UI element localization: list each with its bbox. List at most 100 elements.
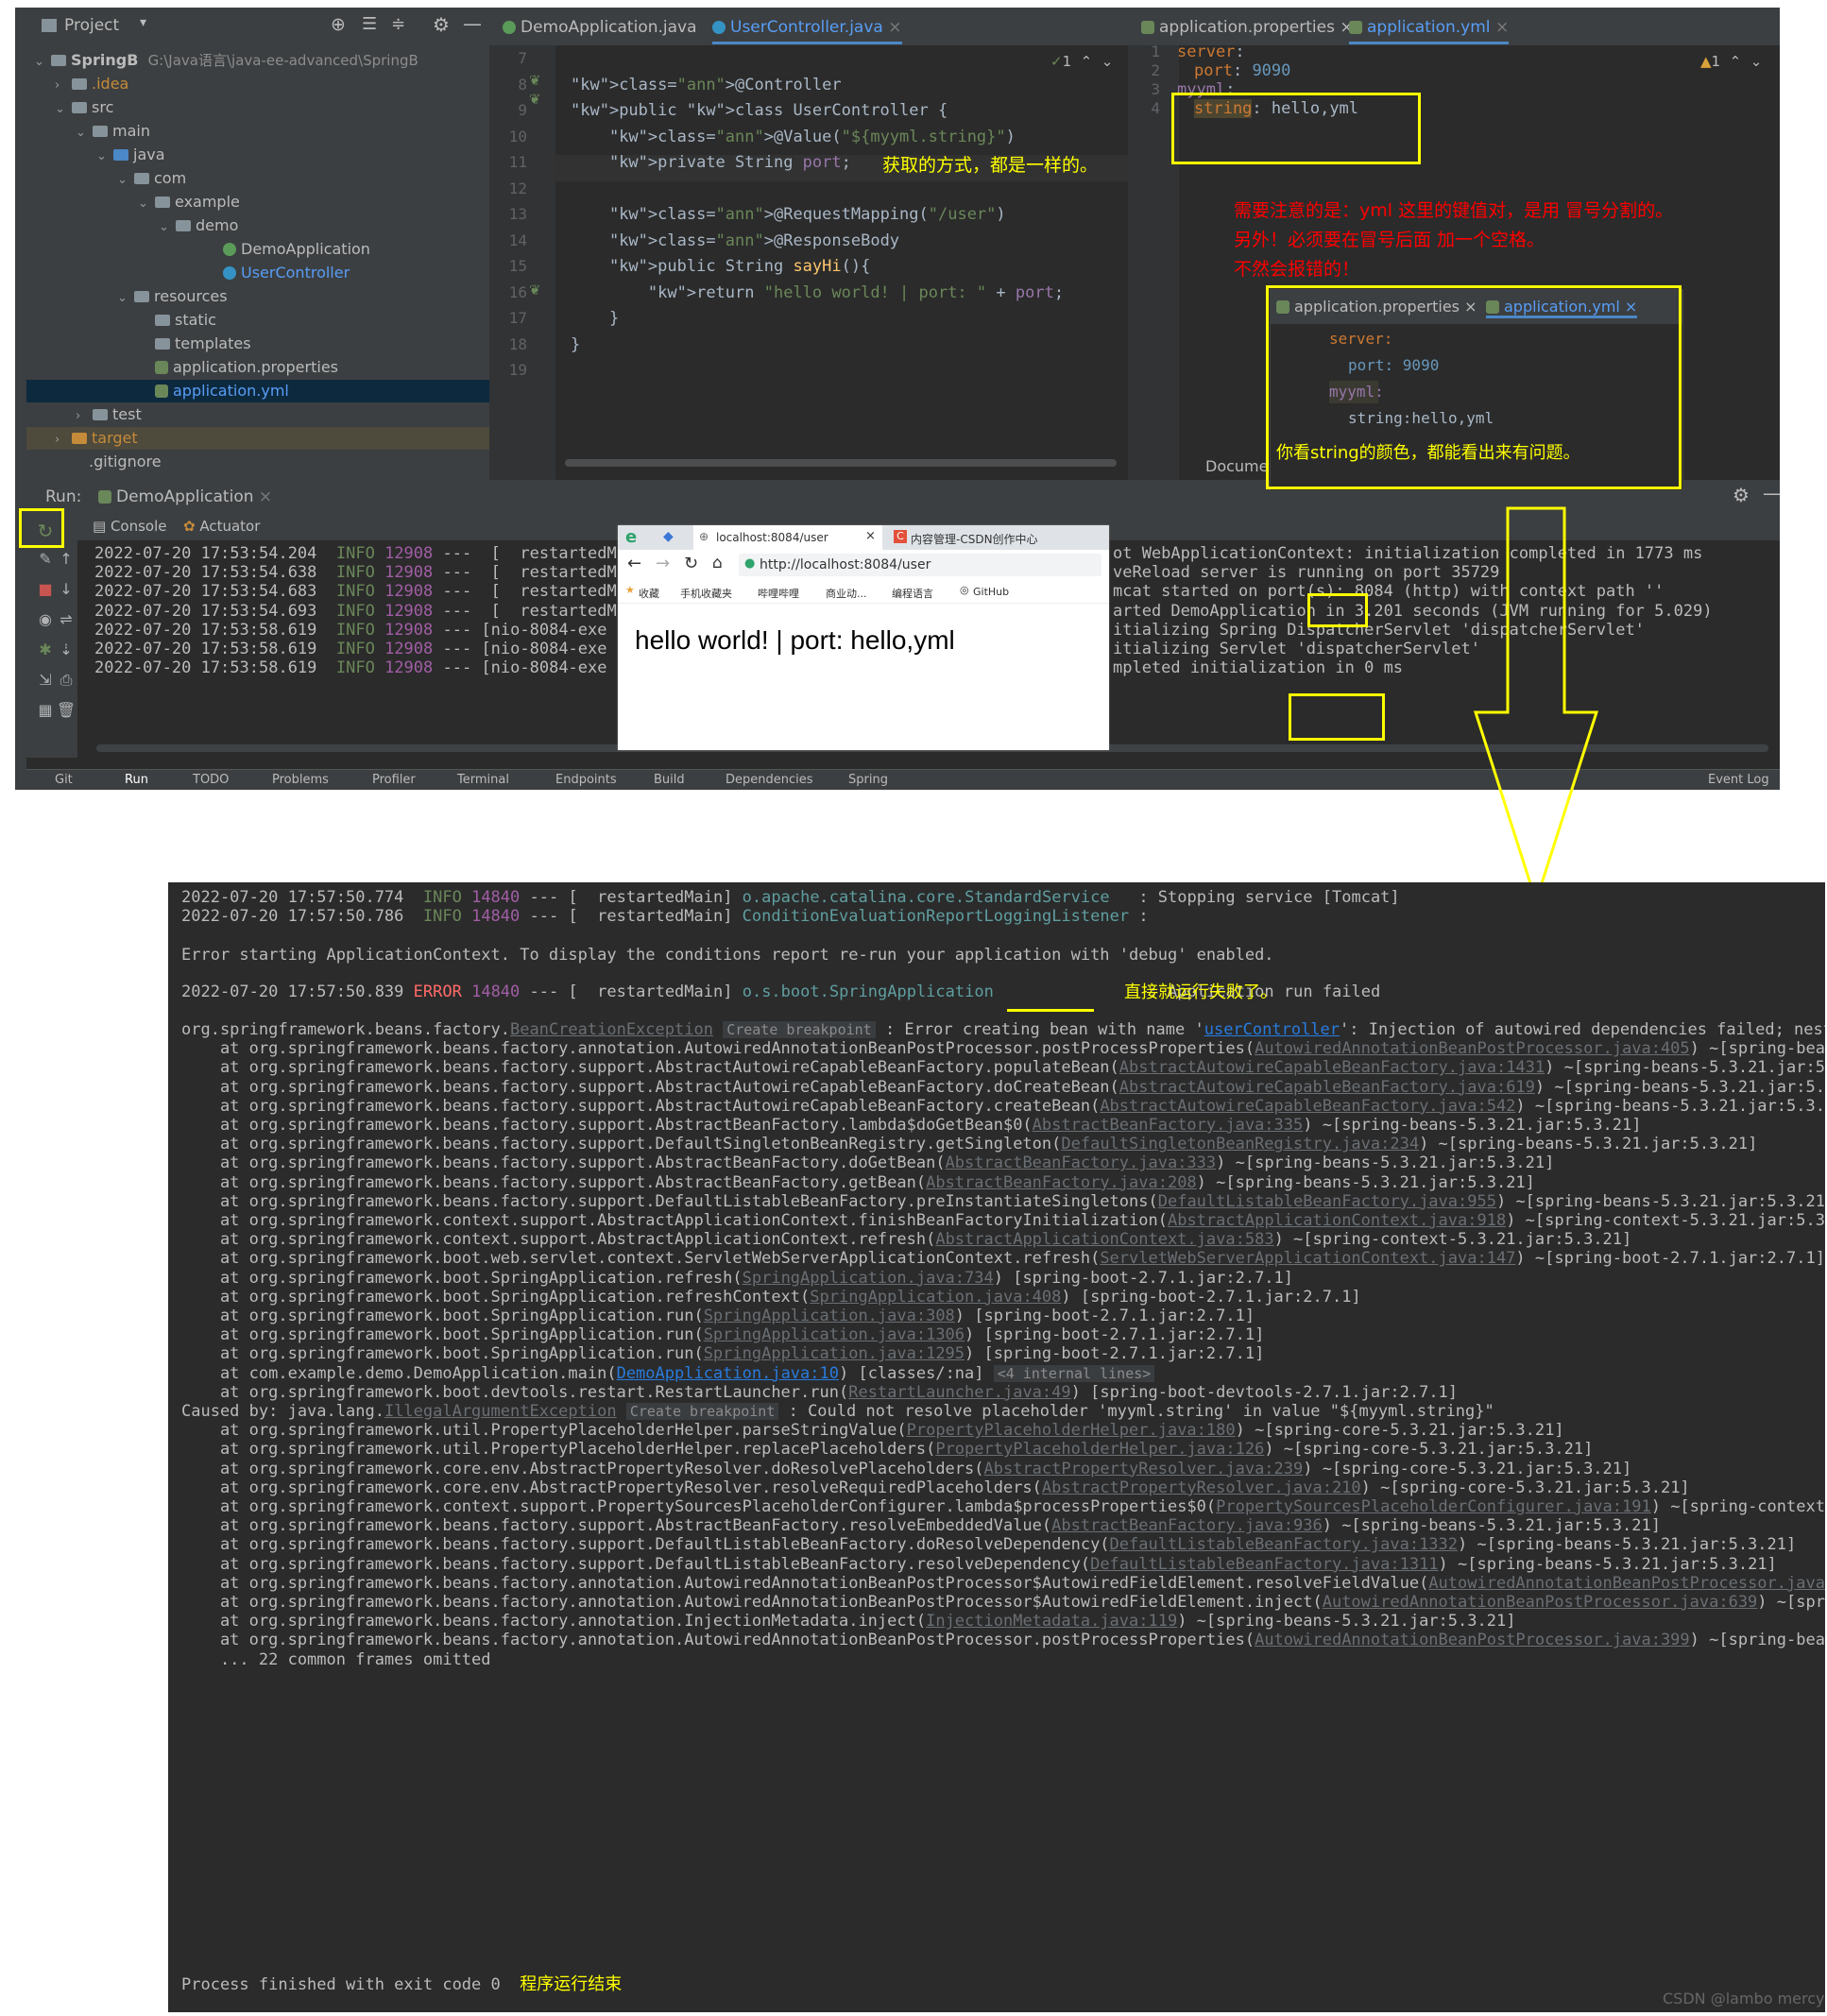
close-icon[interactable]: ×	[259, 487, 272, 506]
code-line: "kw">class="ann">@RequestMapping("/user"…	[608, 205, 1006, 224]
tree-item-templates[interactable]: templates	[155, 333, 251, 355]
close-icon[interactable]: ×	[888, 18, 901, 37]
editor-left-tabbar: DemoApplication.java UserController.java…	[489, 8, 1128, 45]
editor-left[interactable]: ✓1 ⌃ ⌄ 7 8 9 10 11 12 13 14 15 16 17 18 19 "kw">clas…	[489, 45, 1128, 480]
bookmark-business[interactable]: 商业动...	[826, 586, 867, 601]
soft-wrap-icon[interactable]: ⇌	[55, 610, 77, 628]
exit-icon[interactable]: ⇲	[34, 671, 57, 689]
project-icon	[42, 19, 57, 32]
stack-line: at org.springframework.boot.SpringApplic…	[181, 1325, 1265, 1345]
debug-icon[interactable]: ✱	[34, 641, 57, 658]
reload-icon[interactable]: ↻	[684, 554, 698, 573]
tree-item-com[interactable]: ⌄ com	[117, 167, 186, 190]
stack-line: at org.springframework.core.env.Abstract…	[181, 1459, 1632, 1478]
tab-actuator[interactable]: ✿ Actuator	[183, 518, 260, 535]
gear-icon[interactable]: ⚙	[433, 13, 450, 36]
close-icon[interactable]: ×	[865, 529, 876, 543]
down-arrow-icon[interactable]: ↓	[55, 580, 77, 598]
forward-icon[interactable]: →	[656, 554, 670, 573]
package-icon	[155, 196, 170, 208]
tree-item-resources[interactable]: ⌄ resources	[117, 285, 228, 308]
bookmark-bilibili[interactable]: 哔哩哔哩	[758, 586, 799, 601]
run-config-tab[interactable]: DemoApplication ×	[98, 487, 272, 506]
gear-icon[interactable]: ⚙	[1733, 484, 1750, 506]
status-problems[interactable]: Problems	[272, 773, 329, 787]
tree-label: java	[133, 145, 165, 163]
bookmark-programming[interactable]: 编程语言	[892, 586, 933, 601]
minimize-icon[interactable]: —	[1763, 482, 1780, 504]
project-panel-title[interactable]: Project	[64, 16, 119, 35]
locate-icon[interactable]: ⊕	[331, 14, 346, 35]
status-dependencies[interactable]: Dependencies	[726, 773, 813, 787]
wrench-icon[interactable]: ✎	[34, 550, 57, 568]
tree-item-application-yml[interactable]: application.yml	[155, 380, 289, 402]
chevron-down-icon: ⌄	[138, 196, 148, 211]
tree-item-example[interactable]: ⌄ example	[138, 191, 240, 214]
close-icon[interactable]: ×	[1495, 18, 1509, 37]
stack-line: ... 22 common frames omitted	[181, 1649, 491, 1669]
yml-file-icon	[155, 384, 168, 398]
tree-item-main[interactable]: ⌄ main	[76, 120, 150, 143]
stop-icon[interactable]: ■	[34, 580, 57, 598]
stack-line: at org.springframework.beans.factory.ann…	[181, 1631, 1825, 1650]
url-field[interactable]: ● http://localhost:8084/user	[739, 554, 1101, 576]
bookmark-favorites[interactable]: 收藏	[639, 586, 659, 601]
tab-demoapplication[interactable]: DemoApplication.java	[503, 13, 697, 42]
back-icon[interactable]: ←	[627, 554, 641, 573]
stack-line: at org.springframework.context.support.A…	[181, 1211, 1825, 1230]
tree-item-demoapplication[interactable]: DemoApplication	[223, 238, 370, 261]
error-console[interactable]: 2022-07-20 17:57:50.774 INFO 14840 --- […	[168, 882, 1825, 2012]
status-terminal[interactable]: Terminal	[457, 773, 509, 787]
status-endpoints[interactable]: Endpoints	[555, 773, 617, 787]
stack-line: at com.example.demo.DemoApplication.main…	[181, 1364, 1155, 1383]
line-number: 3	[1151, 80, 1160, 98]
expand-all-icon[interactable]: ≑	[391, 14, 405, 34]
status-git[interactable]: Git	[55, 773, 73, 787]
print-icon[interactable]: ⎙	[55, 671, 77, 690]
chevron-down-icon[interactable]: ▾	[140, 15, 146, 30]
layout-icon[interactable]: ▦	[34, 701, 57, 719]
browser-tab-inactive[interactable]: C 内容管理-CSDN创作中心	[890, 525, 1109, 550]
globe-icon: ⊕	[699, 530, 709, 543]
tab-usercontroller[interactable]: UserController.java ×	[712, 13, 902, 44]
stack-line: at org.springframework.beans.factory.sup…	[181, 1191, 1825, 1211]
code-line: "kw">return "hello world! | port: " + po…	[647, 282, 1065, 302]
tree-item-java[interactable]: ⌄ java	[96, 144, 165, 166]
tree-item-gitignore[interactable]: .gitignore	[89, 451, 162, 473]
status-todo[interactable]: TODO	[193, 773, 229, 787]
bookmark-github[interactable]: GitHub	[973, 586, 1009, 598]
status-profiler[interactable]: Profiler	[372, 773, 416, 787]
tree-item-application-properties[interactable]: application.properties	[155, 356, 338, 379]
tree-item-demo[interactable]: ⌄ demo	[159, 214, 238, 237]
bookmark-mobile[interactable]: 手机收藏夹	[680, 586, 732, 601]
tree-root[interactable]: ⌄ SpringB G:\Java语言\java-ee-advanced\Spri…	[34, 49, 418, 72]
browser-tab-active[interactable]: ⊕ localhost:8084/user ×	[693, 525, 882, 550]
chevron-down-icon: ⌄	[34, 55, 44, 69]
status-spring[interactable]: Spring	[848, 773, 888, 787]
browser-page-text: hello world! | port: hello,yml	[635, 625, 955, 655]
package-icon	[176, 220, 191, 231]
tab-application-properties[interactable]: application.properties ×	[1141, 13, 1354, 42]
minimize-icon[interactable]: —	[463, 12, 482, 35]
scroll-end-icon[interactable]: ⇣	[55, 641, 77, 658]
tree-item-usercontroller[interactable]: UserController	[223, 262, 350, 284]
code-line: "kw">class="ann">@Controller	[571, 75, 842, 94]
trash-icon[interactable]: 🗑	[55, 701, 77, 719]
tree-item-src[interactable]: ⌄ src	[55, 96, 113, 119]
horizontal-scrollbar[interactable]	[565, 459, 1117, 467]
tree-item-target[interactable]: › target	[55, 427, 138, 450]
home-icon[interactable]: ⌂	[712, 554, 723, 572]
up-arrow-icon[interactable]: ↑	[55, 550, 77, 568]
tab-application-yml[interactable]: application.yml ×	[1349, 13, 1510, 44]
status-build[interactable]: Build	[654, 773, 685, 787]
camera-icon[interactable]: ◉	[34, 610, 57, 628]
tree-item-idea[interactable]: › .idea	[55, 73, 128, 95]
tab-console[interactable]: ▤ Console	[93, 518, 167, 535]
tree-item-static[interactable]: static	[155, 309, 216, 332]
csdn-icon: C	[894, 530, 907, 543]
collapse-all-icon[interactable]: ☰	[362, 14, 377, 34]
tree-item-test[interactable]: › test	[76, 403, 142, 426]
code-line: "kw">private String port;	[608, 153, 851, 172]
status-event-log[interactable]: Event Log	[1708, 773, 1769, 787]
status-run[interactable]: Run	[125, 773, 148, 787]
